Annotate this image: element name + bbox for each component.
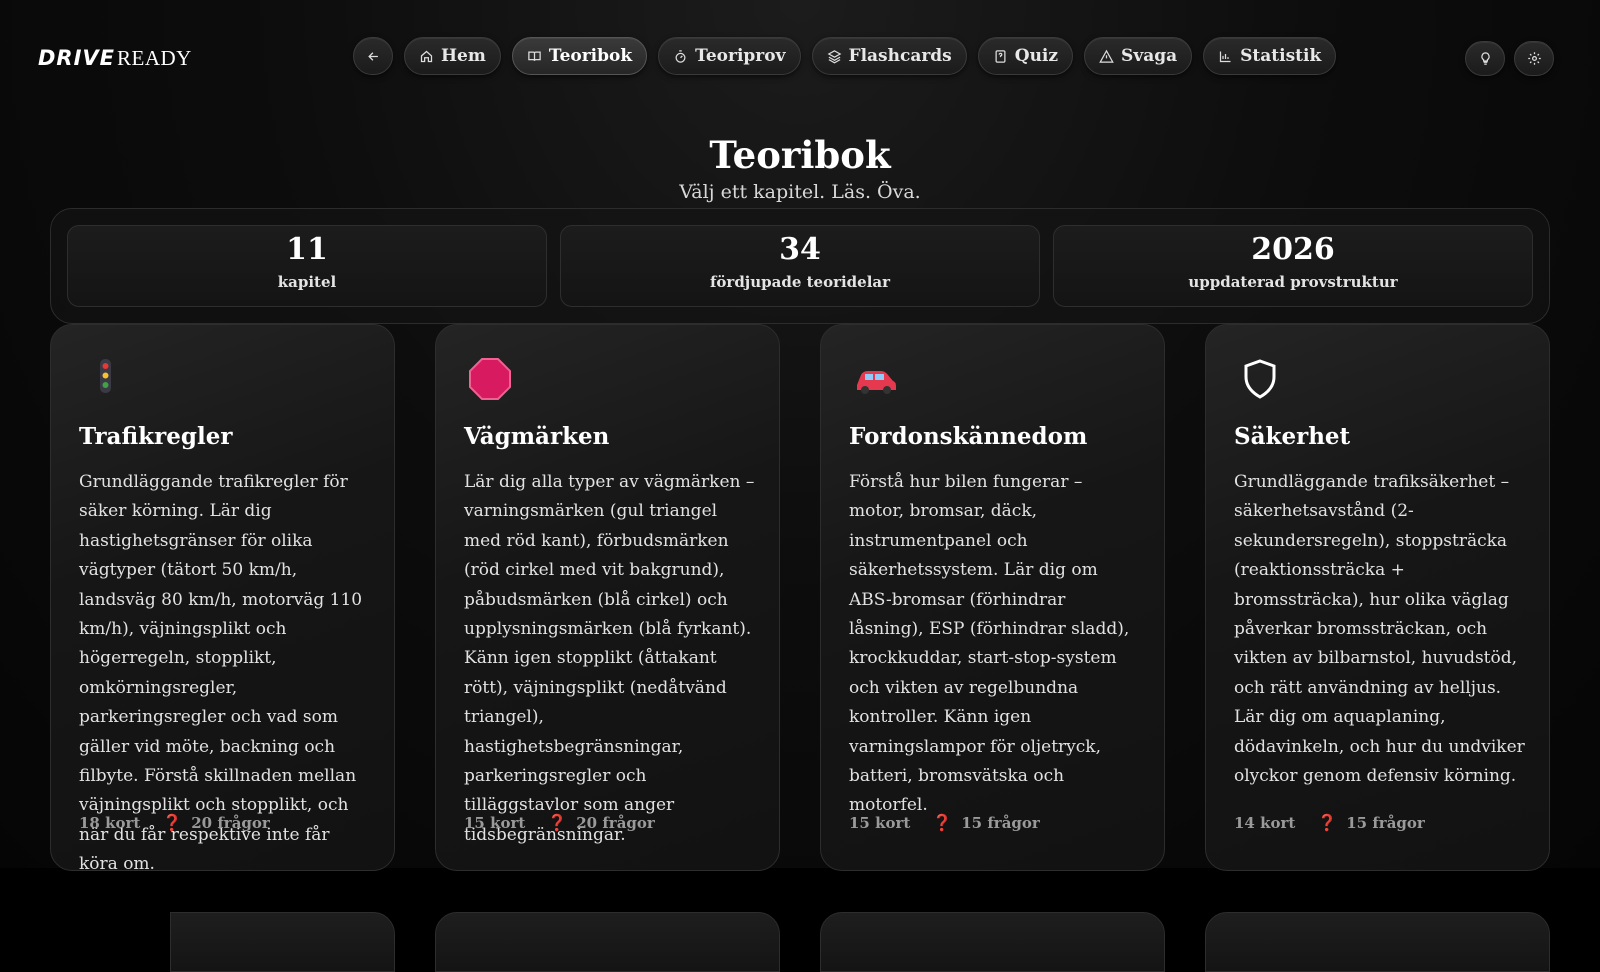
nav-label: Hem [441, 46, 486, 66]
chapter-title: Vägmärken [464, 423, 610, 450]
question-mark-icon: ❓ [932, 813, 953, 832]
chapter-card-partial[interactable] [170, 912, 395, 972]
question-count-wrap: ❓ 15 frågor [1317, 813, 1425, 832]
chapter-card-vagmarken[interactable]: Vägmärken Lär dig alla typer av vägmärke… [435, 324, 780, 871]
stat-label: kapitel [277, 273, 337, 291]
question-count-wrap: ❓ 20 frågor [162, 813, 270, 832]
chapter-description: Förstå hur bilen fungerar – motor, broms… [849, 472, 1130, 816]
stat-label: fördjupade teoridelar [709, 273, 891, 291]
layers-icon [827, 49, 841, 63]
chapter-title: Trafikregler [79, 423, 233, 450]
nav-item-teoriprov[interactable]: Teoriprov [658, 37, 801, 75]
question-count: 20 frågor [191, 814, 270, 832]
chapter-card-trafikregler[interactable]: Trafikregler Grundläggande trafikregler … [50, 324, 395, 874]
home-icon [420, 50, 433, 62]
header-actions [1465, 41, 1554, 76]
shield-icon [1244, 359, 1276, 399]
stat-value: 2026 [1251, 232, 1335, 267]
question-mark-icon: ❓ [162, 813, 183, 832]
logo[interactable]: DRIVE READY [38, 46, 192, 71]
settings-button[interactable] [1514, 41, 1554, 76]
stat-value: 11 [286, 232, 328, 267]
tips-button[interactable] [1465, 41, 1505, 76]
card-count: 14 kort [1234, 813, 1296, 832]
nav-item-teoribok[interactable]: Teoribok [511, 37, 648, 75]
nav-label: Teoribok [548, 46, 633, 66]
question-count-wrap: ❓ 15 frågor [932, 813, 1040, 832]
chapter-card-fordonskannedom[interactable]: Fordonskännedom Förstå hur bilen fungera… [820, 324, 1165, 871]
nav-label: Svaga [1121, 46, 1178, 66]
nav-label: Flashcards [848, 46, 952, 66]
traffic-light-icon [100, 359, 111, 393]
gear-icon [1527, 52, 1541, 65]
question-mark-icon: ❓ [1317, 813, 1338, 832]
card-count: 18 kort [79, 813, 141, 832]
book-icon [528, 51, 541, 61]
chapter-title: Säkerhet [1234, 423, 1351, 450]
question-count: 15 frågor [961, 814, 1040, 832]
nav-item-flashcards[interactable]: Flashcards [811, 37, 967, 75]
question-mark-icon: ❓ [547, 813, 568, 832]
stat-theory-parts: 34 fördjupade teoridelar [560, 225, 1040, 307]
nav-label: Statistik [1240, 46, 1322, 66]
car-icon [857, 371, 896, 394]
arrow-left-icon [367, 51, 378, 61]
chapter-card-partial[interactable] [435, 912, 780, 972]
chapter-meta: 14 kort ❓ 15 frågor [1234, 813, 1425, 832]
nav-label: Quiz [1014, 46, 1059, 66]
page-title: Teoribok [709, 133, 891, 177]
back-button[interactable] [353, 37, 393, 75]
stat-value: 34 [779, 232, 821, 267]
chapter-title: Fordonskännedom [849, 423, 1088, 450]
nav-item-quiz[interactable]: Quiz [977, 37, 1074, 75]
question-count: 15 frågor [1346, 814, 1425, 832]
stopwatch-icon [675, 49, 686, 63]
lightbulb-icon [1480, 52, 1490, 65]
logo-drive: DRIVE [38, 46, 116, 70]
card-count: 15 kort [849, 813, 911, 832]
chapter-meta: 15 kort ❓ 20 frågor [464, 813, 655, 832]
nav-item-hem[interactable]: Hem [404, 37, 501, 75]
stats-panel: 11 kapitel 34 fördjupade teoridelar 2026… [50, 208, 1550, 324]
chapter-description: Grundläggande trafiksäkerhet – säkerhets… [1234, 472, 1525, 787]
stat-exam-structure: 2026 uppdaterad provstruktur [1053, 225, 1533, 307]
stat-label: uppdaterad provstruktur [1188, 273, 1398, 291]
question-count-wrap: ❓ 20 frågor [547, 813, 655, 832]
card-count: 15 kort [464, 813, 526, 832]
stop-sign-icon [469, 358, 511, 400]
stat-chapters: 11 kapitel [67, 225, 547, 307]
chapter-meta: 18 kort ❓ 20 frågor [79, 813, 270, 832]
warning-icon [1099, 49, 1114, 63]
bar-chart-icon [1220, 51, 1231, 62]
nav-item-statistik[interactable]: Statistik [1203, 37, 1337, 75]
nav-label: Teoriprov [695, 46, 786, 66]
chapter-meta: 15 kort ❓ 15 frågor [849, 813, 1040, 832]
logo-ready: READY [117, 46, 192, 70]
top-nav: Hem Teoribok Teoriprov Flashcards Quiz S… [353, 37, 1337, 75]
nav-item-svaga[interactable]: Svaga [1084, 37, 1193, 75]
chapter-card-partial[interactable] [820, 912, 1165, 972]
chapter-description: Lär dig alla typer av vägmärken – varnin… [464, 472, 755, 845]
page-subtitle: Välj ett kapitel. Läs. Öva. [679, 181, 921, 203]
chapter-card-partial[interactable] [1205, 912, 1550, 972]
quiz-icon [995, 49, 1006, 63]
question-count: 20 frågor [576, 814, 655, 832]
chapter-card-sakerhet[interactable]: Säkerhet Grundläggande trafiksäkerhet – … [1205, 324, 1550, 871]
